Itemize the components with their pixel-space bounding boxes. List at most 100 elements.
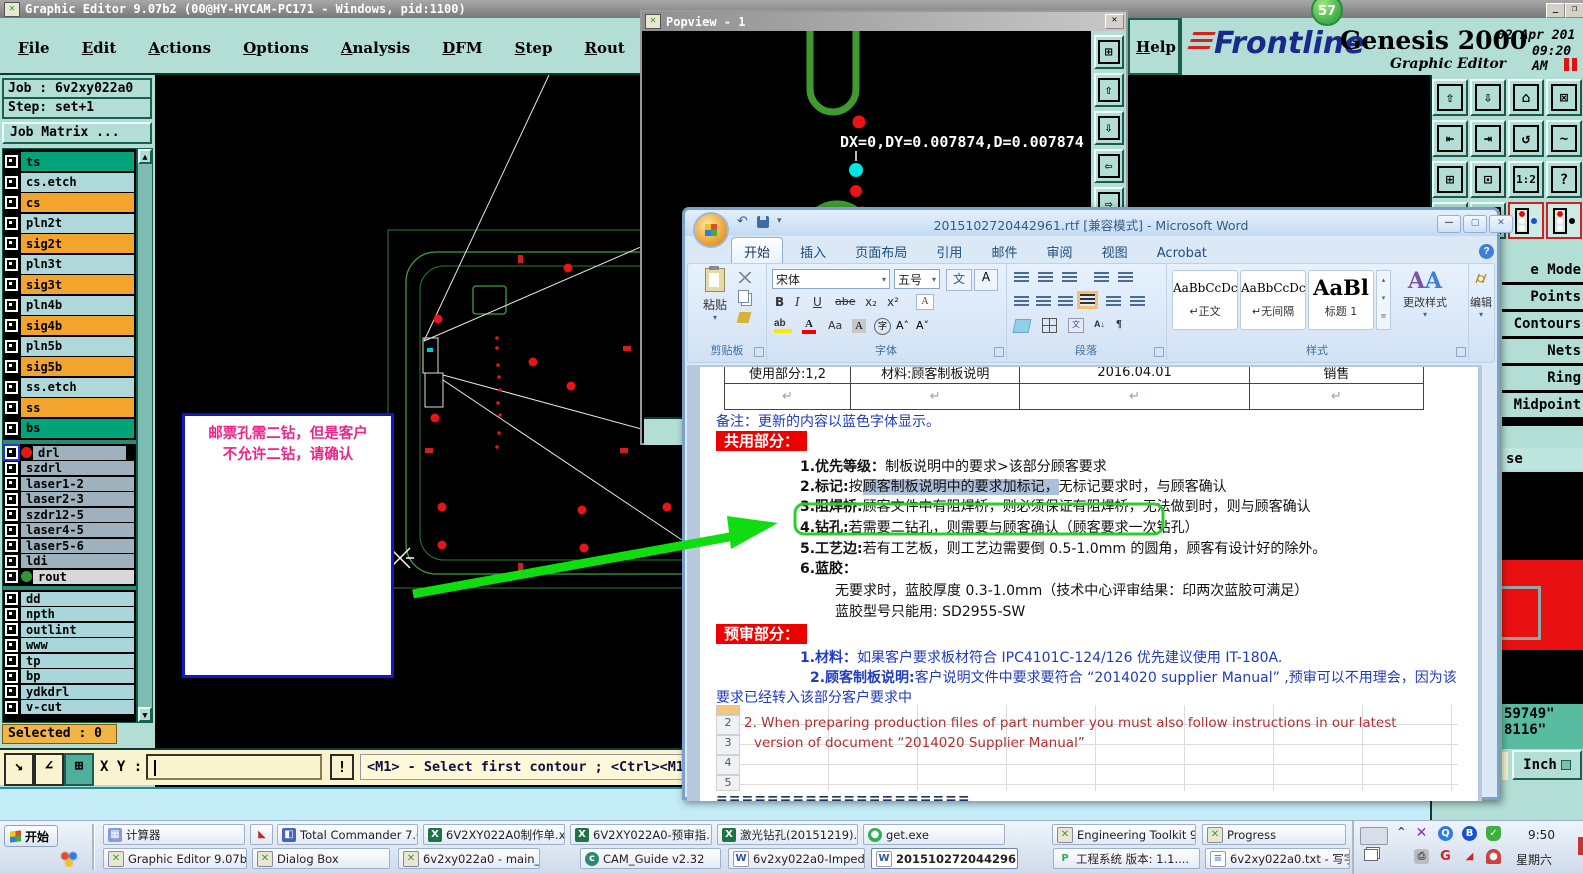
layer-checkbox[interactable] xyxy=(5,592,18,605)
layer-checkbox[interactable] xyxy=(5,623,18,636)
language-bar-icon[interactable] xyxy=(60,851,78,867)
window-switch-icon[interactable] xyxy=(1364,849,1378,861)
superscript-button[interactable]: x² xyxy=(886,294,900,310)
task-wordpad[interactable]: ≡6v2xy022a0.txt - 写字板 xyxy=(1205,848,1350,869)
menu-options[interactable]: Options xyxy=(243,39,309,57)
copy-icon[interactable] xyxy=(738,290,749,303)
pan-right-button[interactable]: ⇥ xyxy=(1470,120,1506,157)
popview-titlebar[interactable]: ✕ Popview - 1 xyxy=(642,12,1126,31)
pan-left-button[interactable]: ⇤ xyxy=(1432,120,1468,157)
tab-insert[interactable]: 插入 xyxy=(788,238,838,265)
layer-checkbox[interactable] xyxy=(5,257,18,271)
rotate-button[interactable]: ↺ xyxy=(1508,120,1544,157)
word-maximize-button[interactable]: ▢ xyxy=(1463,215,1487,233)
decrease-indent-icon[interactable] xyxy=(1094,272,1109,284)
measure-tool-button[interactable]: ∠ xyxy=(34,753,64,786)
phonetic-button[interactable]: 文 xyxy=(946,269,972,291)
tray-x-icon[interactable]: ✕ xyxy=(1414,826,1429,841)
change-styles-button[interactable]: AA 更改样式 ▾ xyxy=(1394,268,1456,334)
paragraph-launcher-icon[interactable] xyxy=(1154,347,1164,357)
task-dialog-box[interactable]: ✕ Dialog Box xyxy=(252,848,390,869)
layer-row[interactable]: drl ⊞ xyxy=(3,444,134,461)
minimize-button[interactable]: _ xyxy=(1546,3,1565,18)
menu-dfm[interactable]: DFM xyxy=(442,39,482,57)
editing-button[interactable]: ⌭ 编辑 ▾ xyxy=(1468,270,1494,319)
clock-day[interactable]: 星期六 xyxy=(1516,851,1552,868)
task-total-commander[interactable]: ◧Total Commander 7.0 p... xyxy=(277,824,418,845)
justify-icon[interactable] xyxy=(1077,291,1098,309)
tab-home[interactable]: 开始 xyxy=(731,237,784,265)
office-button[interactable] xyxy=(693,212,729,248)
layer-row[interactable]: rout xyxy=(5,569,134,584)
layer-checkbox[interactable] xyxy=(5,638,18,652)
layer-row[interactable]: tp xyxy=(5,653,134,668)
task-engineering-toolkit[interactable]: ✕Engineering Toolkit 9.0... xyxy=(1052,824,1196,845)
task-get-exe[interactable]: ● get.exe xyxy=(863,824,1005,845)
layer-checkbox[interactable] xyxy=(5,554,18,568)
enclose-char-icon[interactable]: 字 xyxy=(874,318,891,335)
layer-row[interactable]: laser2-3 xyxy=(5,492,134,506)
popview-cascade-button[interactable]: ⊞ xyxy=(1093,35,1124,69)
task-excel-laser[interactable]: X 激光钻孔(20151219).... xyxy=(717,824,858,845)
layer-checkbox[interactable] xyxy=(5,401,18,414)
layer-scrollbar[interactable]: ▲ ▼ xyxy=(137,148,153,723)
layer-row[interactable]: laser4-5 xyxy=(5,523,134,537)
layer-row[interactable]: ss xyxy=(5,398,134,417)
menu-rout[interactable]: Rout xyxy=(585,39,625,57)
layer-row[interactable]: cs xyxy=(5,193,134,212)
layer-checkbox[interactable] xyxy=(5,461,18,475)
paste-button[interactable]: 粘贴 ▾ xyxy=(696,266,734,334)
layer-row[interactable]: sig5b xyxy=(5,357,134,376)
char-border-button[interactable]: A xyxy=(974,269,998,291)
task-excel-review[interactable]: X 6V2XY022A0-预审指... xyxy=(570,824,712,845)
layer-checkbox[interactable] xyxy=(5,360,18,373)
layer-row[interactable]: laser5-6 xyxy=(5,538,134,553)
layer-row[interactable]: szdr12-5 xyxy=(5,507,134,522)
subscript-button[interactable]: x₂ xyxy=(864,294,878,310)
line-spacing-icon[interactable] xyxy=(1130,296,1145,308)
clipboard-tray-icon[interactable]: ⎙ xyxy=(1414,849,1429,864)
snap-item-mode[interactable]: e Mode xyxy=(1502,258,1583,282)
layer-checkbox[interactable] xyxy=(5,298,18,312)
style-no-spacing[interactable]: AaBbCcDc ↵无间隔 xyxy=(1240,270,1306,330)
close-button-fragment[interactable]: se xyxy=(1502,448,1583,470)
layer-checkbox[interactable] xyxy=(5,339,18,353)
multilevel-icon[interactable] xyxy=(1062,272,1077,284)
grow-font-icon[interactable]: A˄ xyxy=(896,319,909,332)
increase-indent-icon[interactable] xyxy=(1118,272,1133,284)
layer-row[interactable]: cs.etch xyxy=(5,172,134,192)
tab-mailings[interactable]: 邮件 xyxy=(979,238,1029,265)
layer-row[interactable]: v-cut xyxy=(5,700,134,714)
layer-row[interactable]: pln5b xyxy=(5,336,134,356)
menu-edit[interactable]: Edit xyxy=(82,39,117,57)
popview-down-button[interactable]: ⇩ xyxy=(1093,111,1124,145)
center-view-button[interactable]: ⊡ xyxy=(1470,161,1506,198)
word-minimize-button[interactable]: — xyxy=(1437,215,1461,233)
layer-row[interactable]: bp xyxy=(5,669,134,683)
format-painter-icon[interactable] xyxy=(736,312,752,323)
layer-row[interactable]: sig3t xyxy=(5,275,134,294)
bluetooth-icon[interactable]: B xyxy=(1462,826,1477,841)
layer-checkbox[interactable] xyxy=(5,380,18,394)
layer-checkbox[interactable] xyxy=(5,570,18,583)
layer-row[interactable]: ydkdrl xyxy=(5,684,134,699)
shield-icon[interactable]: ✓ xyxy=(1486,826,1501,841)
clock-time[interactable]: 9:50 xyxy=(1528,828,1555,842)
align-right-icon[interactable] xyxy=(1058,296,1073,308)
netlist-compare-button[interactable] xyxy=(1508,202,1544,239)
layer-checkbox[interactable] xyxy=(5,492,18,506)
font-launcher-icon[interactable] xyxy=(994,347,1004,357)
scroll-up-icon[interactable]: ▲ xyxy=(138,149,152,164)
popview-close-button[interactable]: ✕ xyxy=(1105,14,1124,29)
layer-checkbox[interactable] xyxy=(5,523,18,537)
scale-1-2-button[interactable]: 1:2 xyxy=(1508,161,1544,198)
task-cam-guide[interactable]: c CAM_Guide v2.32 xyxy=(580,848,721,869)
start-button[interactable]: 开始 xyxy=(4,825,58,847)
layer-checkbox[interactable] xyxy=(5,175,18,189)
layer-row[interactable]: pln3t xyxy=(5,254,134,274)
xy-input[interactable] xyxy=(146,754,322,780)
bold-button[interactable]: B xyxy=(774,294,785,310)
tray-arrows-icon[interactable]: ◢ xyxy=(1462,849,1477,864)
layer-row[interactable]: ts xyxy=(5,152,134,171)
layer-row[interactable]: sig2t xyxy=(5,234,134,253)
